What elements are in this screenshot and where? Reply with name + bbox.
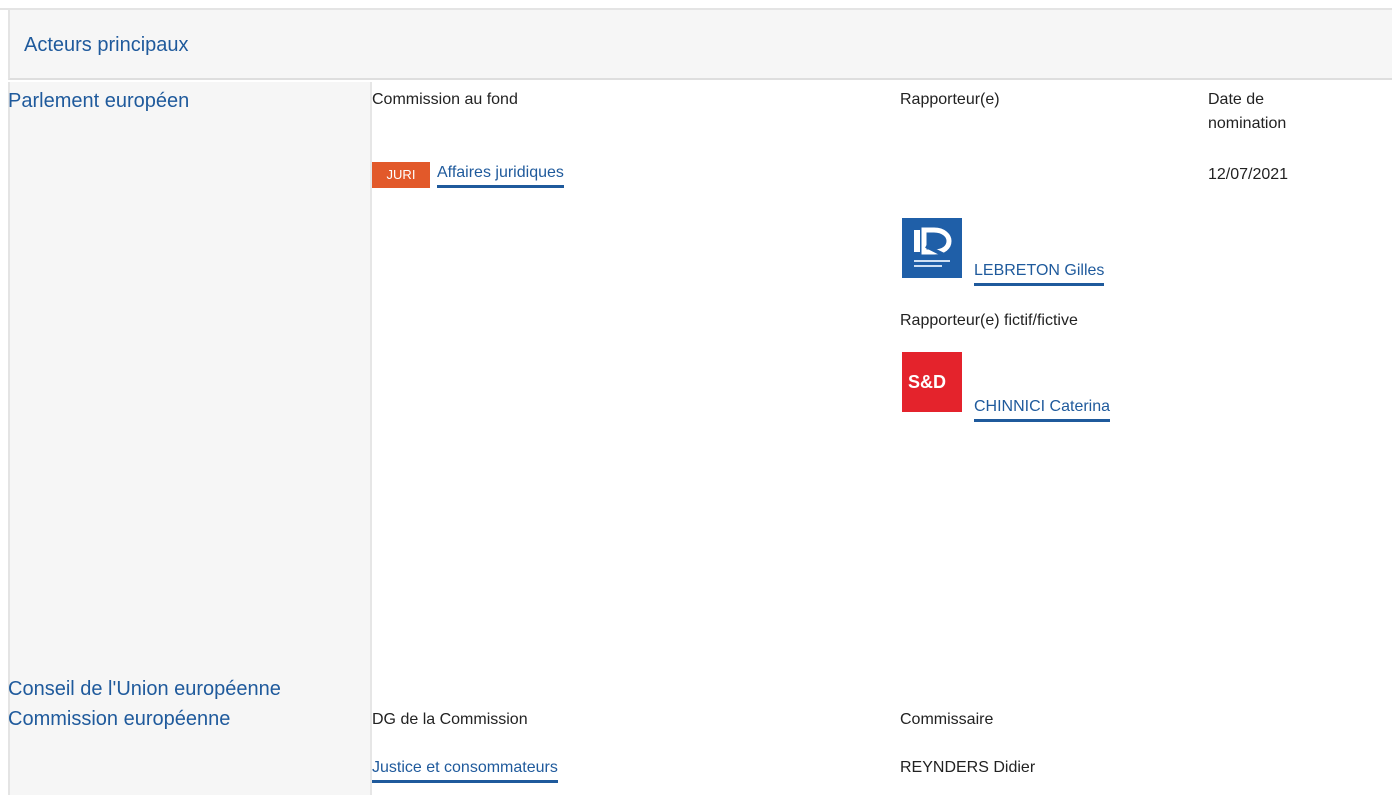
id-logo-icon	[914, 227, 952, 267]
appointment-date: 12/07/2021	[1208, 166, 1289, 183]
dg-link[interactable]: Justice et consommateurs	[372, 758, 558, 783]
rapporteur-link[interactable]: LEBRETON Gilles	[974, 261, 1105, 286]
institution-parliament: Parlement européen	[8, 90, 190, 112]
sd-logo-text: S&D	[908, 372, 947, 392]
committee-header: Commission au fond	[372, 91, 518, 108]
committee-link[interactable]: Affaires juridiques	[437, 163, 564, 188]
committee-badge: JURI	[372, 162, 430, 188]
institution-commission: Commission européenne	[8, 708, 231, 730]
id-group-logo	[902, 218, 962, 278]
commissioner-header: Commissaire	[900, 711, 994, 728]
section-title: Acteurs principaux	[24, 34, 189, 56]
shadow-rapporteur-link[interactable]: CHINNICI Caterina	[974, 397, 1111, 422]
sd-group-logo: S&D	[902, 352, 962, 412]
column-divider	[370, 82, 372, 795]
date-header: Date de nomination	[1208, 91, 1287, 132]
rapporteur-header: Rapporteur(e)	[900, 91, 1000, 108]
section-header: Acteurs principaux	[8, 10, 1392, 80]
dg-header: DG de la Commission	[372, 711, 528, 728]
commissioner-name: REYNDERS Didier	[900, 759, 1036, 776]
shadow-rapporteur-header: Rapporteur(e) fictif/fictive	[900, 312, 1078, 329]
institution-council: Conseil de l'Union européenne	[8, 678, 281, 700]
procedure-actors-page: Acteurs principaux Parlement européen Co…	[0, 0, 1392, 795]
